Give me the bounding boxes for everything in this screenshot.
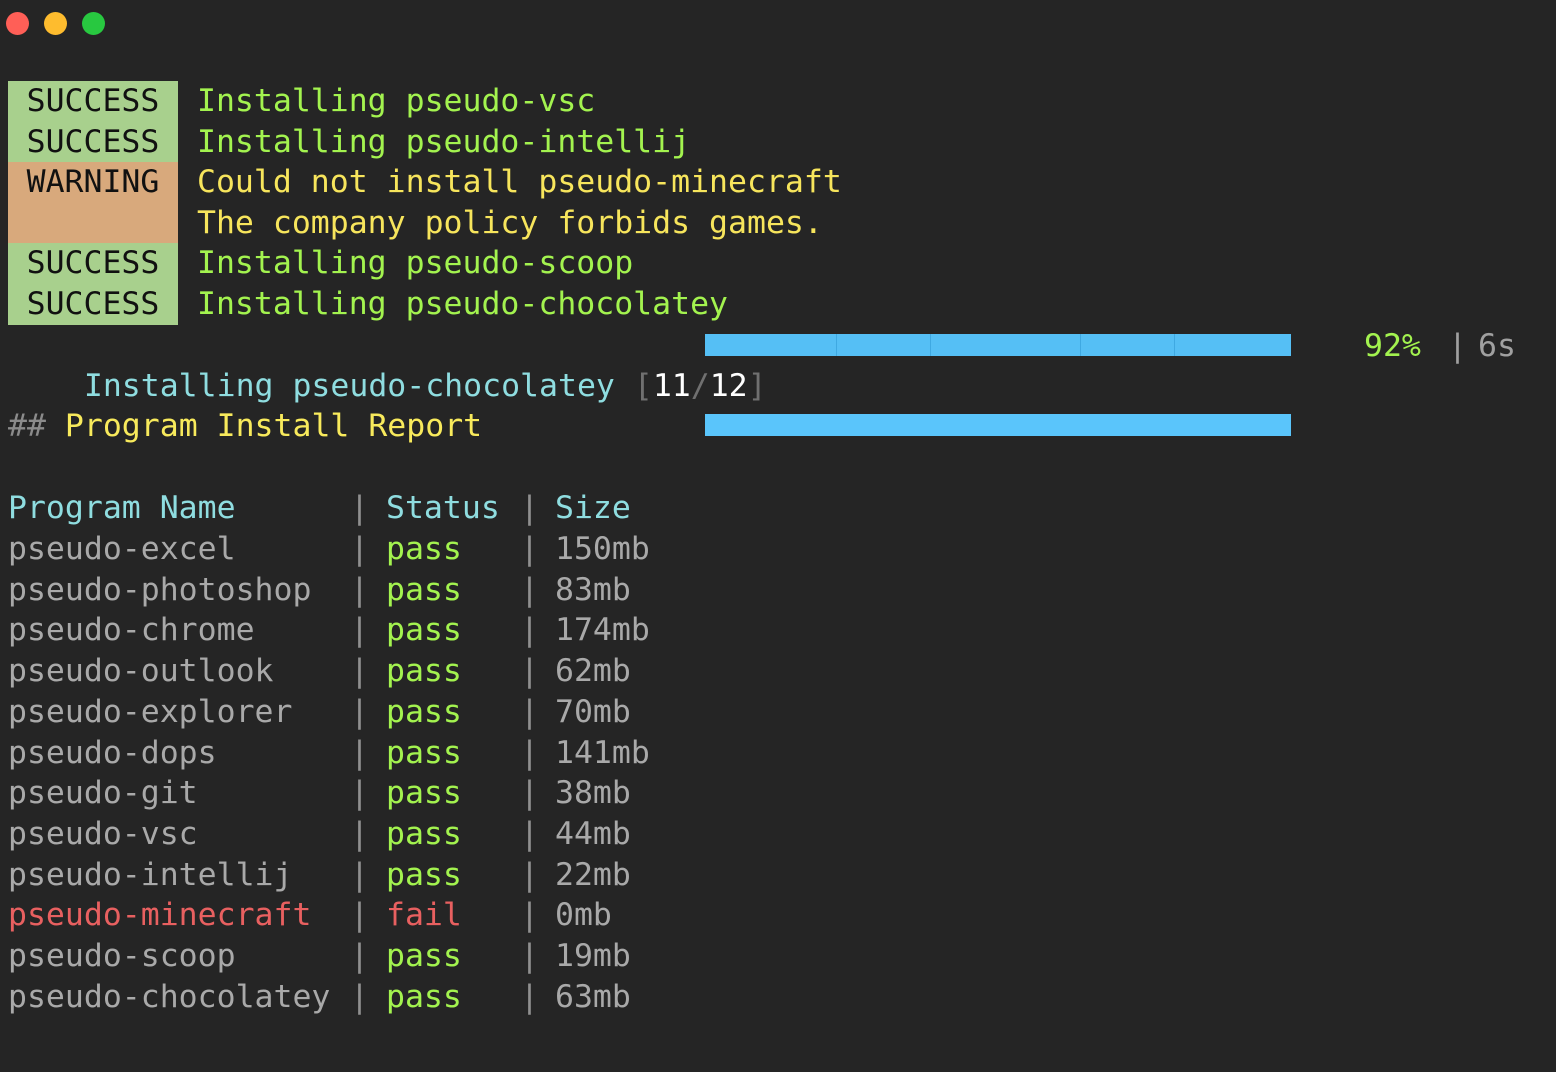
column-separator: | bbox=[350, 531, 369, 567]
status-cell: fail bbox=[386, 897, 462, 934]
progress-bar bbox=[705, 334, 1291, 436]
progress-bar-fill bbox=[705, 414, 1291, 436]
column-separator: | bbox=[520, 612, 539, 649]
column-separator: | bbox=[520, 734, 539, 771]
program-name-cell: pseudo-minecraft bbox=[8, 897, 312, 934]
progress-line: Installing pseudo-chocolatey [11/12] 92%… bbox=[8, 326, 1548, 436]
program-name-cell: pseudo-chocolatey bbox=[8, 978, 331, 1015]
column-separator: | bbox=[350, 856, 369, 893]
status-cell: pass bbox=[386, 815, 462, 852]
status-cell: pass bbox=[386, 653, 462, 690]
program-name-cell: pseudo-git bbox=[8, 775, 198, 812]
column-separator: | bbox=[520, 775, 539, 812]
column-separator: | bbox=[350, 978, 369, 1015]
column-separator: | bbox=[520, 815, 539, 852]
progress-percent: 92% bbox=[1364, 328, 1421, 364]
markdown-hash: ## bbox=[8, 408, 46, 444]
column-separator: | bbox=[520, 531, 539, 567]
report-title: ## Program Install Report bbox=[8, 406, 482, 446]
column-separator: | bbox=[350, 571, 369, 608]
column-separator: | bbox=[520, 693, 539, 730]
status-cell: pass bbox=[386, 734, 462, 771]
column-separator: | bbox=[350, 815, 369, 852]
status-cell: pass bbox=[386, 856, 462, 893]
column-separator: | bbox=[350, 734, 369, 771]
progress-label: Installing pseudo-chocolatey bbox=[83, 368, 615, 404]
progress-bar-segment bbox=[1080, 334, 1081, 356]
program-name-cell: pseudo-intellij bbox=[8, 856, 293, 893]
status-cell: pass bbox=[386, 571, 462, 608]
column-separator: | bbox=[520, 897, 539, 934]
minimize-button[interactable] bbox=[44, 12, 67, 35]
program-name-cell: Program Name bbox=[8, 490, 236, 526]
log-message: Installing pseudo-chocolatey bbox=[197, 286, 729, 322]
column-separator: | bbox=[350, 490, 369, 526]
size-cell: 70mb bbox=[555, 693, 631, 730]
terminal-window: SUCCESS Installing pseudo-vsc SUCCESS Insta… bbox=[0, 0, 1556, 1072]
status-cell: pass bbox=[386, 693, 462, 730]
log-message: Installing pseudo-scoop bbox=[197, 245, 634, 282]
progress-bar-segment bbox=[836, 334, 837, 356]
log-message: Could not install pseudo-minecraft bbox=[197, 164, 842, 201]
size-cell: 141mb bbox=[555, 734, 650, 771]
column-separator: | bbox=[520, 938, 539, 974]
close-button[interactable] bbox=[6, 12, 29, 35]
size-cell: Size bbox=[555, 490, 631, 526]
size-cell: 63mb bbox=[555, 978, 631, 1015]
column-separator: | bbox=[520, 490, 539, 526]
log-message: The company policy forbids games. bbox=[197, 204, 823, 241]
program-name-cell: pseudo-explorer bbox=[8, 693, 293, 730]
program-name-cell: pseudo-scoop bbox=[8, 938, 236, 974]
progress-bar-segment bbox=[1174, 334, 1175, 356]
status-cell: pass bbox=[386, 531, 462, 567]
size-cell: 44mb bbox=[555, 815, 631, 852]
program-name-cell: pseudo-vsc bbox=[8, 815, 198, 852]
status-badge: SUCCESS bbox=[8, 121, 178, 163]
zoom-button[interactable] bbox=[82, 12, 105, 35]
column-separator: | bbox=[350, 612, 369, 649]
column-separator: | bbox=[520, 653, 539, 690]
program-name-cell: pseudo-excel bbox=[8, 531, 236, 567]
status-badge: SUCCESS bbox=[8, 81, 178, 122]
column-separator: | bbox=[350, 653, 369, 690]
report-title-text: Program Install Report bbox=[64, 408, 483, 444]
status-badge: SUCCESS bbox=[8, 243, 178, 285]
size-cell: 38mb bbox=[555, 775, 631, 812]
program-name-cell: pseudo-photoshop bbox=[8, 571, 312, 608]
size-cell: 83mb bbox=[555, 571, 631, 608]
size-cell: 150mb bbox=[555, 531, 650, 567]
status-badge bbox=[8, 202, 178, 244]
log-message: Installing pseudo-intellij bbox=[197, 123, 691, 160]
size-cell: 19mb bbox=[555, 938, 631, 974]
log-message: Installing pseudo-vsc bbox=[197, 83, 596, 119]
size-cell: 62mb bbox=[555, 653, 631, 690]
column-separator: | bbox=[350, 693, 369, 730]
progress-separator: | bbox=[1448, 328, 1467, 364]
status-badge: SUCCESS bbox=[8, 284, 178, 325]
program-name-cell: pseudo-chrome bbox=[8, 612, 255, 649]
status-cell: pass bbox=[386, 612, 462, 649]
column-separator: | bbox=[520, 978, 539, 1015]
size-cell: 22mb bbox=[555, 856, 631, 893]
program-name-cell: pseudo-dops bbox=[8, 734, 217, 771]
size-cell: 174mb bbox=[555, 612, 650, 649]
column-separator: | bbox=[520, 571, 539, 608]
status-badge: WARNING bbox=[8, 162, 178, 204]
column-separator: | bbox=[350, 897, 369, 934]
progress-elapsed: 6s bbox=[1478, 328, 1516, 364]
column-separator: | bbox=[520, 856, 539, 893]
status-cell: pass bbox=[386, 775, 462, 812]
size-cell: 0mb bbox=[555, 897, 612, 934]
progress-bar-segment bbox=[930, 334, 931, 356]
column-separator: | bbox=[350, 775, 369, 812]
program-name-cell: pseudo-outlook bbox=[8, 653, 274, 690]
progress-bracket-open: [ bbox=[633, 368, 653, 404]
progress-current: 11 bbox=[652, 368, 691, 404]
column-separator: | bbox=[350, 938, 369, 974]
status-cell: pass bbox=[386, 938, 462, 974]
status-cell: pass bbox=[386, 978, 462, 1015]
status-cell: Status bbox=[386, 490, 500, 526]
